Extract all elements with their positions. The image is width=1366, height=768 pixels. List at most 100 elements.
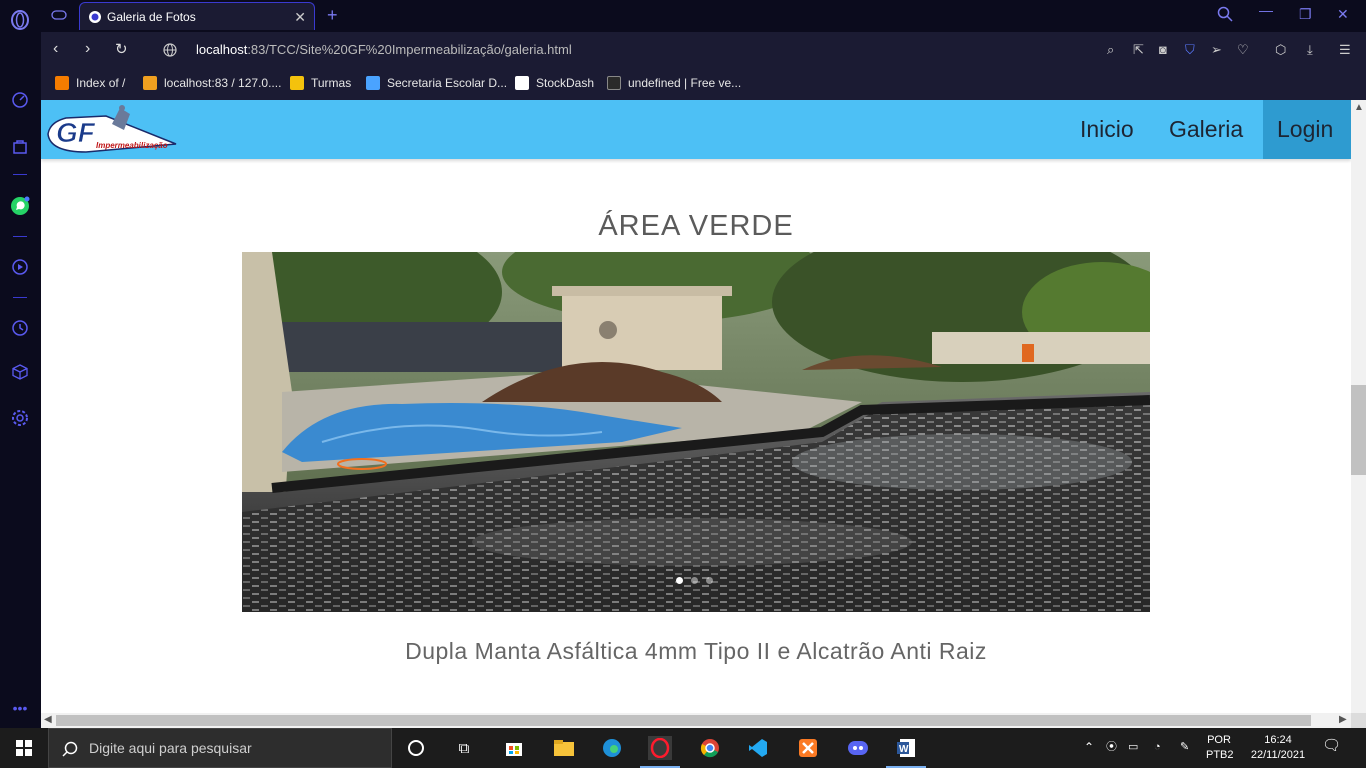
- game-controller-icon[interactable]: [51, 8, 67, 27]
- tab-strip: Galeria de Fotos ✕ + — ❐ ✕: [41, 0, 1366, 32]
- forward-icon[interactable]: ›: [85, 40, 90, 58]
- opera-sidebar: •••: [0, 0, 41, 728]
- vertical-scrollbar[interactable]: ▲: [1351, 100, 1366, 713]
- speed-dial-icon[interactable]: [10, 90, 30, 110]
- edge-icon[interactable]: [600, 736, 624, 760]
- scroll-left-icon[interactable]: ◀: [44, 714, 52, 725]
- s-logo-icon: [607, 76, 621, 90]
- windows-start-icon[interactable]: [12, 736, 36, 760]
- cortana-icon[interactable]: [404, 736, 428, 760]
- scroll-up-icon[interactable]: ▲: [1354, 102, 1364, 113]
- heart-icon[interactable]: ♡: [1237, 42, 1249, 58]
- lang-bottom: PTB2: [1206, 749, 1234, 761]
- carousel-dot-3[interactable]: [706, 577, 713, 584]
- bookmark-turmas[interactable]: Turmas: [290, 76, 351, 90]
- svg-text:W: W: [899, 744, 909, 755]
- search-icon: [62, 741, 78, 757]
- extensions-cube-icon[interactable]: [10, 362, 30, 382]
- send-icon[interactable]: ➢: [1211, 42, 1222, 58]
- close-window-icon[interactable]: ✕: [1337, 6, 1349, 23]
- photo-carousel[interactable]: [242, 252, 1150, 612]
- url-path: :83/TCC/Site%20GF%20Impermeabilização/ga…: [247, 42, 572, 57]
- nav-login[interactable]: Login: [1263, 100, 1351, 159]
- tab-galeria[interactable]: Galeria de Fotos ✕: [79, 2, 315, 30]
- share-icon[interactable]: ⇱: [1133, 42, 1144, 58]
- vscode-icon[interactable]: [746, 736, 770, 760]
- settings-gear-icon[interactable]: [10, 408, 30, 428]
- input-language[interactable]: POR PTB2: [1206, 733, 1234, 763]
- store-icon[interactable]: [502, 736, 526, 760]
- snapshot-camera-icon[interactable]: ◙: [1159, 42, 1167, 57]
- tray-chevron-icon[interactable]: ⌃: [1084, 740, 1094, 755]
- bookmark-phpmyadmin[interactable]: localhost:83 / 127.0....: [143, 76, 281, 90]
- carousel-dot-1[interactable]: [676, 577, 683, 584]
- site-favicon-icon: [89, 10, 101, 23]
- carousel-dot-2[interactable]: [691, 577, 698, 584]
- sidebar-divider: [13, 297, 27, 298]
- vpn-shield-icon[interactable]: ⛉: [1185, 42, 1195, 58]
- bookmark-stockdash[interactable]: StockDash: [515, 76, 594, 90]
- new-tab-icon[interactable]: +: [327, 5, 338, 26]
- xampp-icon: [55, 76, 69, 90]
- bookmark-secretaria[interactable]: Secretaria Escolar D...: [366, 76, 507, 90]
- whatsapp-icon[interactable]: [10, 196, 30, 216]
- lang-top: POR: [1207, 734, 1231, 746]
- back-icon[interactable]: ‹: [53, 40, 58, 58]
- tab-title: Galeria de Fotos: [107, 9, 196, 24]
- bookmark-label: Turmas: [311, 76, 352, 90]
- task-view-icon[interactable]: ⧉: [452, 736, 476, 760]
- history-icon[interactable]: [10, 318, 30, 338]
- url-host: localhost: [196, 42, 248, 57]
- search-placeholder: Digite aqui para pesquisar: [89, 740, 252, 756]
- sidebar-divider: [13, 236, 27, 237]
- discord-icon[interactable]: [846, 736, 870, 760]
- box-icon[interactable]: ⬡: [1275, 42, 1286, 58]
- wifi-icon[interactable]: ◔: [1154, 740, 1161, 755]
- meet-now-icon[interactable]: ⦿: [1106, 740, 1117, 755]
- bookmarks-bar: Index of / localhost:83 / 127.0.... Turm…: [41, 68, 1366, 100]
- search-page-icon[interactable]: ⌕: [1107, 42, 1114, 58]
- vertical-scroll-thumb[interactable]: [1351, 385, 1366, 475]
- restore-icon[interactable]: ❐: [1299, 6, 1312, 23]
- minimize-icon[interactable]: —: [1259, 2, 1273, 18]
- url-field[interactable]: localhost:83/TCC/Site%20GF%20Impermeabil…: [196, 42, 572, 57]
- shopping-bag-icon[interactable]: [10, 136, 30, 156]
- word-icon[interactable]: W: [894, 736, 918, 760]
- nav-galeria[interactable]: Galeria: [1155, 100, 1257, 159]
- horizontal-scrollbar[interactable]: ◀ ▶: [41, 713, 1351, 728]
- sidebar-divider: [13, 174, 27, 175]
- more-dots-icon[interactable]: •••: [10, 698, 30, 718]
- bookmark-label: localhost:83 / 127.0....: [164, 76, 282, 90]
- notifications-icon[interactable]: 🗨: [1322, 738, 1341, 753]
- taskbar-search[interactable]: Digite aqui para pesquisar: [48, 728, 392, 768]
- easy-setup-icon[interactable]: ☰: [1339, 42, 1351, 58]
- pen-icon[interactable]: ✎: [1180, 740, 1189, 755]
- close-tab-icon[interactable]: ✕: [294, 9, 306, 26]
- carousel-indicators: [676, 577, 713, 584]
- clock-time: 16:24: [1264, 734, 1292, 746]
- site-info-globe-icon[interactable]: [163, 43, 177, 62]
- player-icon[interactable]: [10, 257, 30, 277]
- logo-subtext: Impermeabilização: [96, 141, 168, 150]
- clock-date: 22/11/2021: [1250, 749, 1306, 761]
- chrome-icon[interactable]: [698, 736, 722, 760]
- opera-logo-icon[interactable]: [10, 10, 30, 30]
- file-explorer-icon[interactable]: [552, 736, 576, 760]
- horizontal-scroll-thumb[interactable]: [56, 715, 1311, 726]
- xampp-taskbar-icon[interactable]: [796, 736, 820, 760]
- nav-inicio[interactable]: Inicio: [1066, 100, 1148, 159]
- page-icon: [515, 76, 529, 90]
- phpmyadmin-icon: [143, 76, 157, 90]
- battery-icon[interactable]: ▭: [1128, 740, 1138, 755]
- bookmark-label: StockDash: [536, 76, 595, 90]
- search-tabs-icon[interactable]: [1217, 6, 1233, 25]
- opera-taskbar-icon[interactable]: [648, 736, 672, 760]
- bookmark-undefined[interactable]: undefined | Free ve...: [607, 76, 741, 90]
- bookmark-index[interactable]: Index of /: [55, 76, 125, 90]
- bookmark-label: Secretaria Escolar D...: [387, 76, 508, 90]
- reload-icon[interactable]: ↻: [115, 40, 128, 58]
- download-icon[interactable]: ⤓: [1307, 42, 1313, 58]
- gf-logo[interactable]: GF Impermeabilização: [46, 104, 178, 156]
- scroll-right-icon[interactable]: ▶: [1339, 714, 1347, 725]
- clock[interactable]: 16:24 22/11/2021: [1244, 733, 1312, 763]
